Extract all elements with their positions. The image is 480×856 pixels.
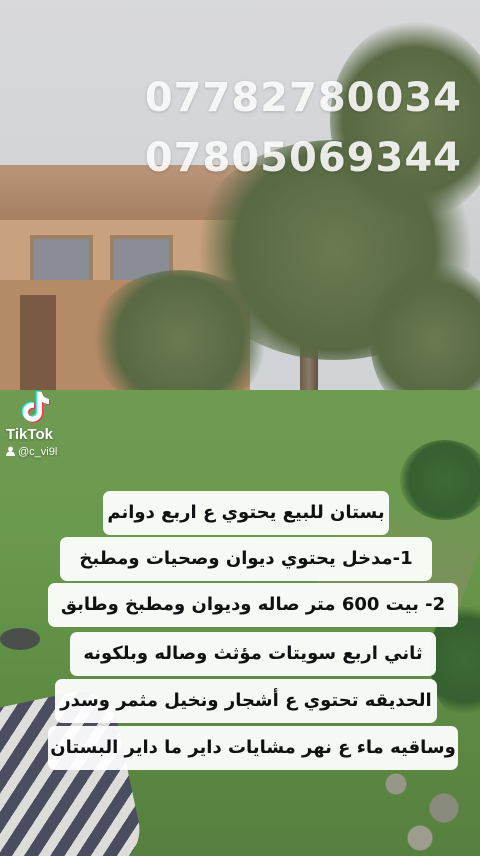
caption-line: الحديقه تحتوي ع أشجار ونخيل مثمر وسدر [55, 679, 437, 723]
caption-line: بستان للبيع يحتوي ع اربع دوانم [103, 491, 389, 535]
caption-line: ثاني اربع سويتات مؤثث وصاله وبلكونه [70, 632, 436, 676]
caption-line: 2- بيت 600 متر صاله وديوان ومطبخ وطابق [48, 583, 458, 627]
caption-block: بستان للبيع يحتوي ع اربع دوانم 1-مدخل يح… [0, 0, 480, 856]
caption-line: وساقيه ماء ع نهر مشايات داير ما داير الب… [48, 726, 458, 770]
caption-line: 1-مدخل يحتوي ديوان وصحيات ومطبخ [60, 537, 432, 581]
